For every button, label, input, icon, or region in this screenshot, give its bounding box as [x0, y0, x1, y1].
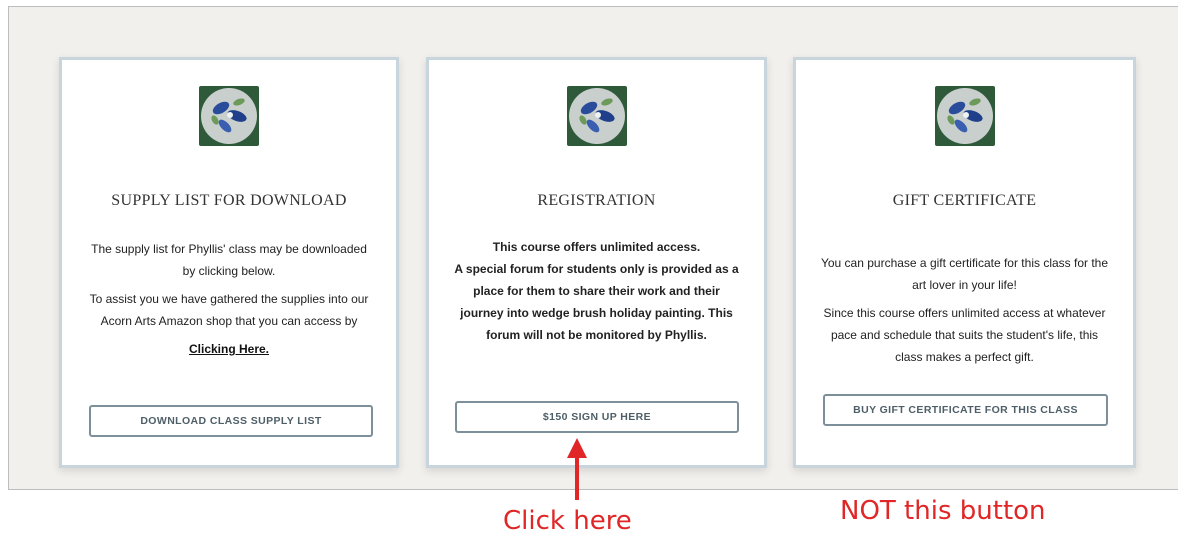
not-this-button-annotation: NOT this button	[840, 496, 1046, 526]
course-thumbnail	[934, 86, 995, 146]
download-supply-list-button[interactable]: DOWNLOAD CLASS SUPPLY LIST	[89, 405, 373, 437]
card-paragraph: To assist you we have gathered the suppl…	[89, 292, 369, 328]
card-title: GIFT CERTIFICATE	[892, 192, 1037, 209]
gift-certificate-card: GIFT CERTIFICATE You can purchase a gift…	[793, 57, 1136, 468]
arrow-up-icon	[567, 438, 587, 500]
registration-card: REGISTRATION This course offers unlimite…	[426, 57, 767, 468]
course-thumbnail	[566, 86, 627, 146]
course-thumbnail	[199, 86, 259, 146]
card-paragraph: This course offers unlimited access.	[492, 240, 701, 254]
card-paragraph: The supply list for Phyllis' class may b…	[91, 242, 367, 278]
card-paragraph: Since this course offers unlimited acces…	[823, 306, 1106, 364]
click-here-annotation: Click here	[503, 506, 632, 536]
card-paragraph: A special forum for students only is pro…	[454, 262, 739, 342]
card-description: The supply list for Phyllis' class may b…	[84, 238, 374, 360]
amazon-shop-link[interactable]: Clicking Here.	[189, 342, 269, 356]
supply-list-card: SUPPLY LIST FOR DOWNLOAD The supply list…	[59, 57, 399, 468]
card-description: You can purchase a gift certificate for …	[818, 252, 1111, 374]
buy-gift-certificate-button[interactable]: BUY GIFT CERTIFICATE FOR THIS CLASS	[823, 394, 1108, 426]
card-title: REGISTRATION	[537, 192, 656, 209]
content-panel: SUPPLY LIST FOR DOWNLOAD The supply list…	[8, 6, 1178, 490]
sign-up-button[interactable]: $150 SIGN UP HERE	[455, 401, 739, 433]
card-description: This course offers unlimited access. A s…	[451, 236, 742, 346]
card-paragraph: You can purchase a gift certificate for …	[820, 256, 1109, 292]
card-title: SUPPLY LIST FOR DOWNLOAD	[111, 192, 347, 209]
